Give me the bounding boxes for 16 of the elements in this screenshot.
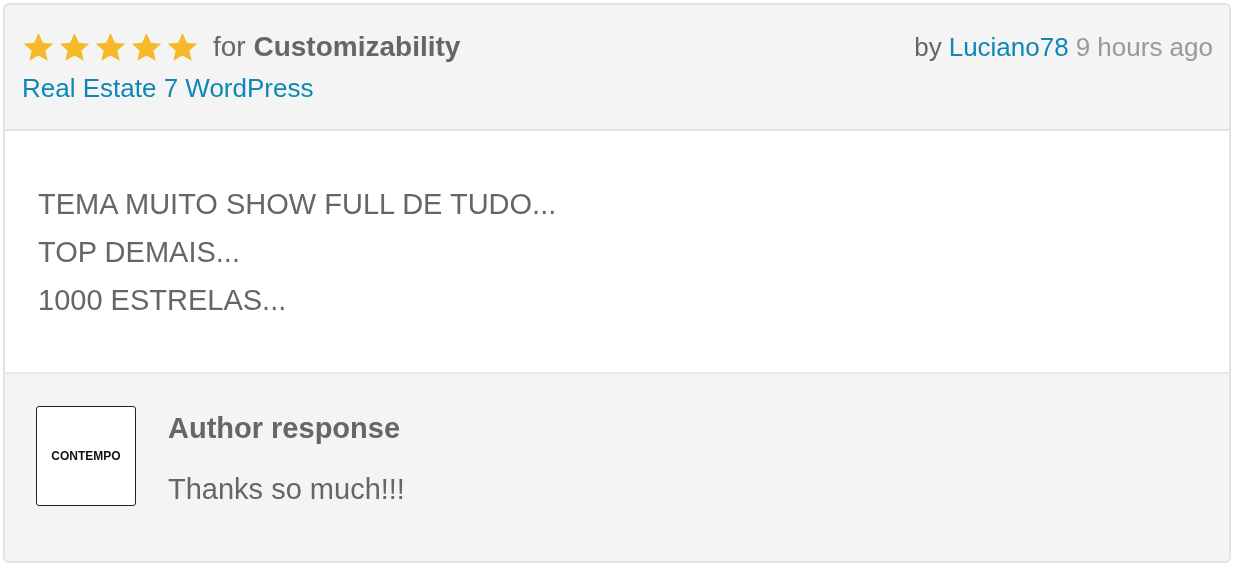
star-icon <box>166 30 199 64</box>
author-link[interactable]: Luciano78 <box>948 31 1069 63</box>
rating-criterion: for Customizability <box>213 31 461 63</box>
response-title: Author response <box>168 412 402 445</box>
review-text-line: TEMA MUITO SHOW FULL DE TUDO... <box>38 187 557 222</box>
by-label: by <box>914 31 942 63</box>
author-logo: CONTEMPO <box>36 406 136 506</box>
star-icon <box>94 30 127 64</box>
product-link[interactable]: Real Estate 7 WordPress <box>22 73 314 104</box>
review-text-line: TOP DEMAIS... <box>38 235 240 270</box>
timestamp: 9 hours ago <box>1075 31 1213 63</box>
review-text-line: 1000 ESTRELAS... <box>38 283 287 318</box>
response-text: Thanks so much!!! <box>168 473 405 506</box>
star-icon <box>22 30 55 64</box>
star-icon <box>130 30 163 64</box>
star-icon <box>58 30 91 64</box>
